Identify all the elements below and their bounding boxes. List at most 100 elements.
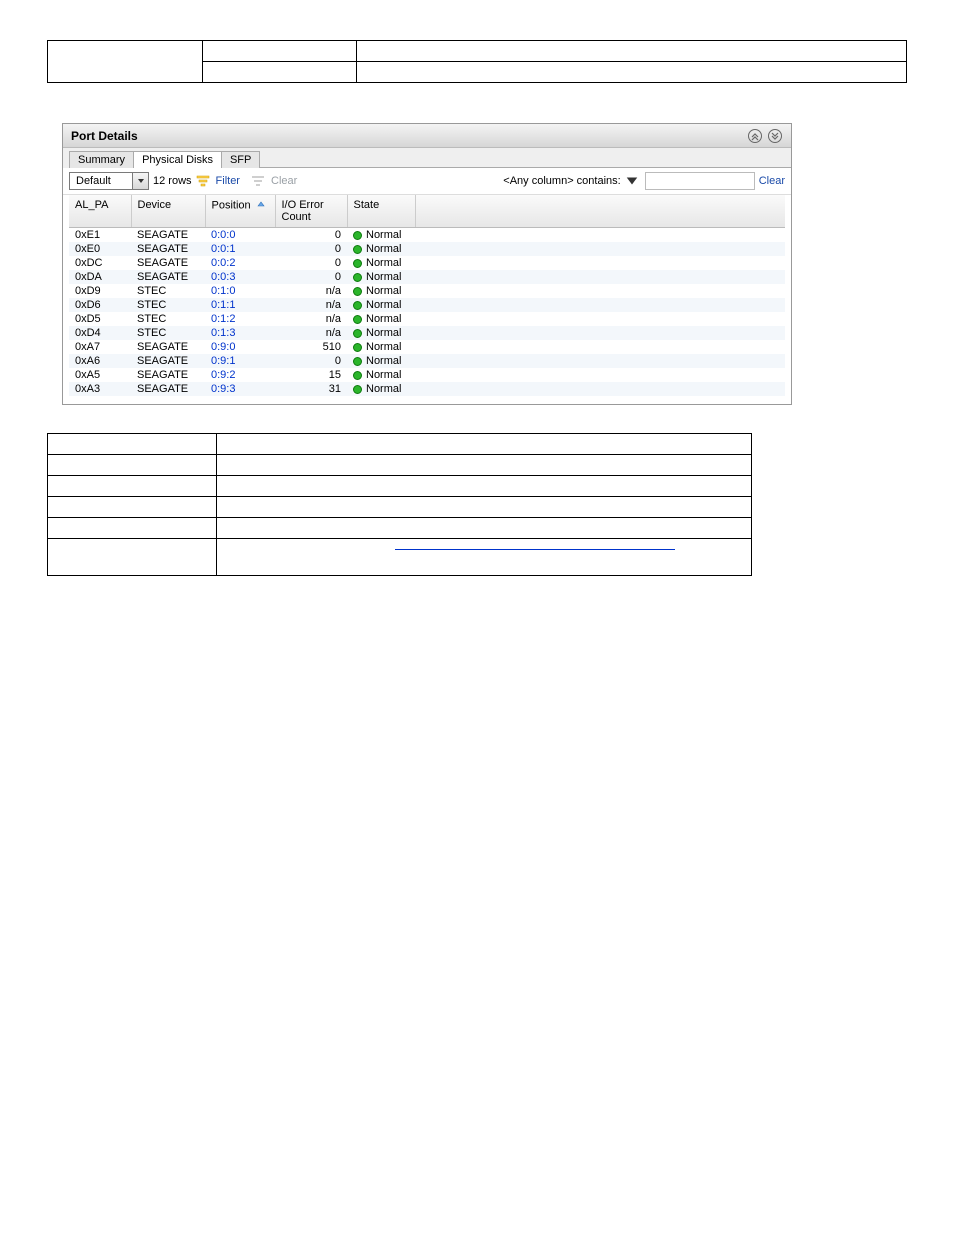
lower-r1-c0 <box>48 455 217 476</box>
reference-link[interactable] <box>395 549 675 565</box>
tab-sfp[interactable]: SFP <box>221 151 260 168</box>
physical-disks-table: AL_PA Device Position I/O Error Count St… <box>69 195 785 396</box>
table-row[interactable]: 0xD5STEC0:1:2n/aNormal <box>69 312 785 326</box>
col-device[interactable]: Device <box>131 195 205 228</box>
cell-position[interactable]: 0:9:3 <box>205 382 275 396</box>
cell-al-pa: 0xDC <box>69 256 131 270</box>
clear-search-button[interactable]: Clear <box>759 175 785 187</box>
cell-spacer <box>415 312 785 326</box>
cell-state: Normal <box>347 228 415 243</box>
cell-position[interactable]: 0:9:1 <box>205 354 275 368</box>
panel-title: Port Details <box>71 129 743 143</box>
cell-device: SEAGATE <box>131 340 205 354</box>
tab-summary[interactable]: Summary <box>69 151 134 168</box>
table-row[interactable]: 0xD6STEC0:1:1n/aNormal <box>69 298 785 312</box>
upper-r0-c0 <box>48 41 203 83</box>
search-scope-label[interactable]: <Any column> contains: <box>503 175 620 187</box>
status-dot-icon <box>353 287 362 296</box>
table-row[interactable]: 0xA5SEAGATE0:9:215Normal <box>69 368 785 382</box>
cell-device: SEAGATE <box>131 242 205 256</box>
cell-state: Normal <box>347 326 415 340</box>
cell-spacer <box>415 368 785 382</box>
cell-position[interactable]: 0:9:2 <box>205 368 275 382</box>
status-dot-icon <box>353 385 362 394</box>
table-row[interactable]: 0xE0SEAGATE0:0:10Normal <box>69 242 785 256</box>
cell-state: Normal <box>347 382 415 396</box>
col-spacer <box>415 195 785 228</box>
col-al-pa[interactable]: AL_PA <box>69 195 131 228</box>
lower-r2-c1 <box>217 476 752 497</box>
cell-position[interactable]: 0:0:3 <box>205 270 275 284</box>
cell-position[interactable]: 0:0:0 <box>205 228 275 243</box>
row-count-label: 12 rows <box>153 175 192 187</box>
filter-icon <box>196 174 210 188</box>
collapse-all-icon[interactable] <box>747 128 763 144</box>
cell-state: Normal <box>347 354 415 368</box>
cell-position[interactable]: 0:9:0 <box>205 340 275 354</box>
cell-io-error: 0 <box>275 256 347 270</box>
cell-state: Normal <box>347 312 415 326</box>
cell-spacer <box>415 298 785 312</box>
lower-r0-c0 <box>48 434 217 455</box>
cell-position[interactable]: 0:1:2 <box>205 312 275 326</box>
chevron-down-icon[interactable] <box>625 174 639 188</box>
col-io-error[interactable]: I/O Error Count <box>275 195 347 228</box>
cell-al-pa: 0xA7 <box>69 340 131 354</box>
table-row[interactable]: 0xA7SEAGATE0:9:0510Normal <box>69 340 785 354</box>
cell-position[interactable]: 0:0:2 <box>205 256 275 270</box>
search-input[interactable] <box>645 172 755 190</box>
table-row[interactable]: 0xE1SEAGATE0:0:00Normal <box>69 228 785 243</box>
tab-physical-disks[interactable]: Physical Disks <box>133 151 222 168</box>
table-row[interactable]: 0xDCSEAGATE0:0:20Normal <box>69 256 785 270</box>
view-select[interactable]: Default <box>69 172 149 190</box>
table-row[interactable]: 0xD9STEC0:1:0n/aNormal <box>69 284 785 298</box>
cell-state: Normal <box>347 298 415 312</box>
table-row[interactable]: 0xDASEAGATE0:0:30Normal <box>69 270 785 284</box>
filter-button[interactable]: Filter <box>216 175 240 187</box>
expand-all-icon[interactable] <box>767 128 783 144</box>
status-dot-icon <box>353 343 362 352</box>
cell-device: STEC <box>131 284 205 298</box>
col-position[interactable]: Position <box>205 195 275 228</box>
cell-al-pa: 0xD9 <box>69 284 131 298</box>
cell-al-pa: 0xE0 <box>69 242 131 256</box>
table-row[interactable]: 0xA3SEAGATE0:9:331Normal <box>69 382 785 396</box>
cell-io-error: 31 <box>275 382 347 396</box>
cell-io-error: n/a <box>275 284 347 298</box>
cell-spacer <box>415 326 785 340</box>
cell-io-error: 0 <box>275 242 347 256</box>
status-dot-icon <box>353 273 362 282</box>
tabs: SummaryPhysical DisksSFP <box>63 148 791 168</box>
clear-filter-button[interactable]: Clear <box>271 175 297 187</box>
view-select-value: Default <box>70 175 132 187</box>
cell-device: SEAGATE <box>131 368 205 382</box>
cell-al-pa: 0xE1 <box>69 228 131 243</box>
cell-io-error: 510 <box>275 340 347 354</box>
cell-device: SEAGATE <box>131 270 205 284</box>
panel-header: Port Details <box>63 124 791 148</box>
lower-r5-c0 <box>48 539 217 576</box>
cell-state: Normal <box>347 242 415 256</box>
cell-position[interactable]: 0:1:1 <box>205 298 275 312</box>
cell-position[interactable]: 0:1:0 <box>205 284 275 298</box>
cell-device: STEC <box>131 298 205 312</box>
status-dot-icon <box>353 329 362 338</box>
cell-position[interactable]: 0:1:3 <box>205 326 275 340</box>
cell-position[interactable]: 0:0:1 <box>205 242 275 256</box>
chevron-down-icon <box>132 173 148 189</box>
cell-al-pa: 0xD6 <box>69 298 131 312</box>
table-row[interactable]: 0xA6SEAGATE0:9:10Normal <box>69 354 785 368</box>
col-state[interactable]: State <box>347 195 415 228</box>
status-dot-icon <box>353 315 362 324</box>
col-position-label: Position <box>212 199 251 211</box>
sort-asc-icon <box>256 199 266 212</box>
status-dot-icon <box>353 259 362 268</box>
cell-al-pa: 0xA5 <box>69 368 131 382</box>
cell-state: Normal <box>347 256 415 270</box>
table-row[interactable]: 0xD4STEC0:1:3n/aNormal <box>69 326 785 340</box>
cell-state: Normal <box>347 284 415 298</box>
port-details-panel: Port Details SummaryPhysical DisksSFP De… <box>62 123 792 405</box>
cell-state: Normal <box>347 270 415 284</box>
cell-io-error: 0 <box>275 228 347 243</box>
cell-io-error: 15 <box>275 368 347 382</box>
